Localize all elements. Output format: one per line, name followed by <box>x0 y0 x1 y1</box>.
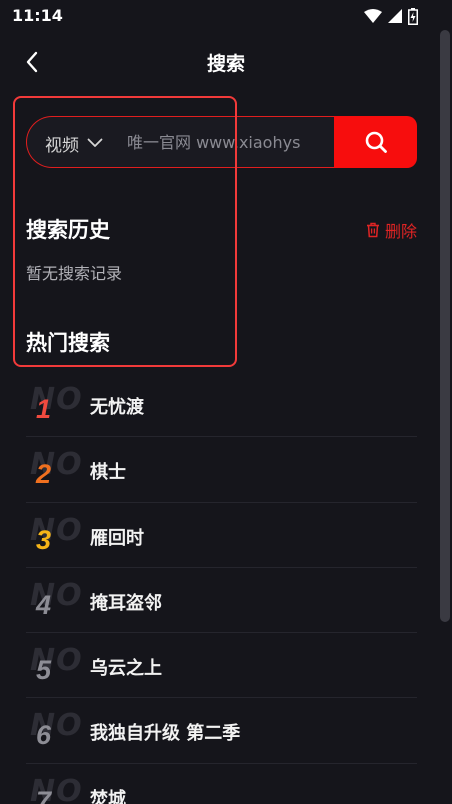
hot-search-list: NO 1 无忧渡 NO 2 棋士 NO 3 雁回时 NO 4 掩耳盗邻 NO 5… <box>26 372 417 804</box>
status-bar: 11:14 <box>0 0 452 32</box>
hot-search-item[interactable]: NO 3 雁回时 <box>26 503 417 568</box>
hot-search-name: 无忧渡 <box>90 397 144 418</box>
search-button[interactable] <box>334 116 417 168</box>
search-bar: 视频 <box>26 116 417 168</box>
search-input[interactable] <box>127 117 359 167</box>
battery-icon <box>408 7 418 25</box>
wifi-icon <box>364 9 382 23</box>
hot-search-title: 热门搜索 <box>26 331 110 355</box>
hot-search-item[interactable]: NO 1 无忧渡 <box>26 372 417 438</box>
history-empty-text: 暂无搜索记录 <box>26 264 123 283</box>
hot-search-name: 棋士 <box>90 462 126 484</box>
rank-number: 1 <box>36 394 52 424</box>
trash-icon <box>366 222 379 238</box>
history-title: 搜索历史 <box>26 218 110 242</box>
search-icon <box>365 131 387 153</box>
hot-search-name: 焚城 <box>90 788 126 804</box>
rank-number: 3 <box>36 524 52 555</box>
rank-number: 7 <box>36 785 52 804</box>
hot-search-item[interactable]: NO 7 焚城 <box>26 764 417 804</box>
chevron-down-icon <box>87 138 103 147</box>
category-dropdown[interactable]: 视频 <box>45 117 103 169</box>
top-bar: 搜索 <box>0 40 452 82</box>
hot-search-item[interactable]: NO 6 我独自升级 第二季 <box>26 698 417 764</box>
hot-search-item[interactable]: NO 4 掩耳盗邻 <box>26 568 417 634</box>
rank-number: 2 <box>36 459 52 490</box>
search-field: 视频 <box>26 116 366 168</box>
delete-label: 删除 <box>384 222 417 241</box>
hot-search-name: 掩耳盗邻 <box>90 592 162 614</box>
hot-search-name: 雁回时 <box>90 527 144 549</box>
hot-search-item[interactable]: NO 2 棋士 <box>26 437 417 503</box>
scrollbar[interactable] <box>440 30 450 622</box>
hot-search-name: 乌云之上 <box>90 658 162 680</box>
status-time: 11:14 <box>12 6 63 25</box>
delete-history-button[interactable]: 删除 <box>366 218 417 242</box>
status-icons <box>364 6 418 26</box>
signal-icon <box>388 9 402 23</box>
hot-search-item[interactable]: NO 5 乌云之上 <box>26 633 417 699</box>
category-label: 视频 <box>45 135 79 156</box>
rank-number: 6 <box>36 720 52 751</box>
hot-search-name: 我独自升级 第二季 <box>90 723 241 745</box>
rank-number: 4 <box>36 589 52 620</box>
page-title: 搜索 <box>206 53 245 75</box>
rank-number: 5 <box>36 655 52 686</box>
